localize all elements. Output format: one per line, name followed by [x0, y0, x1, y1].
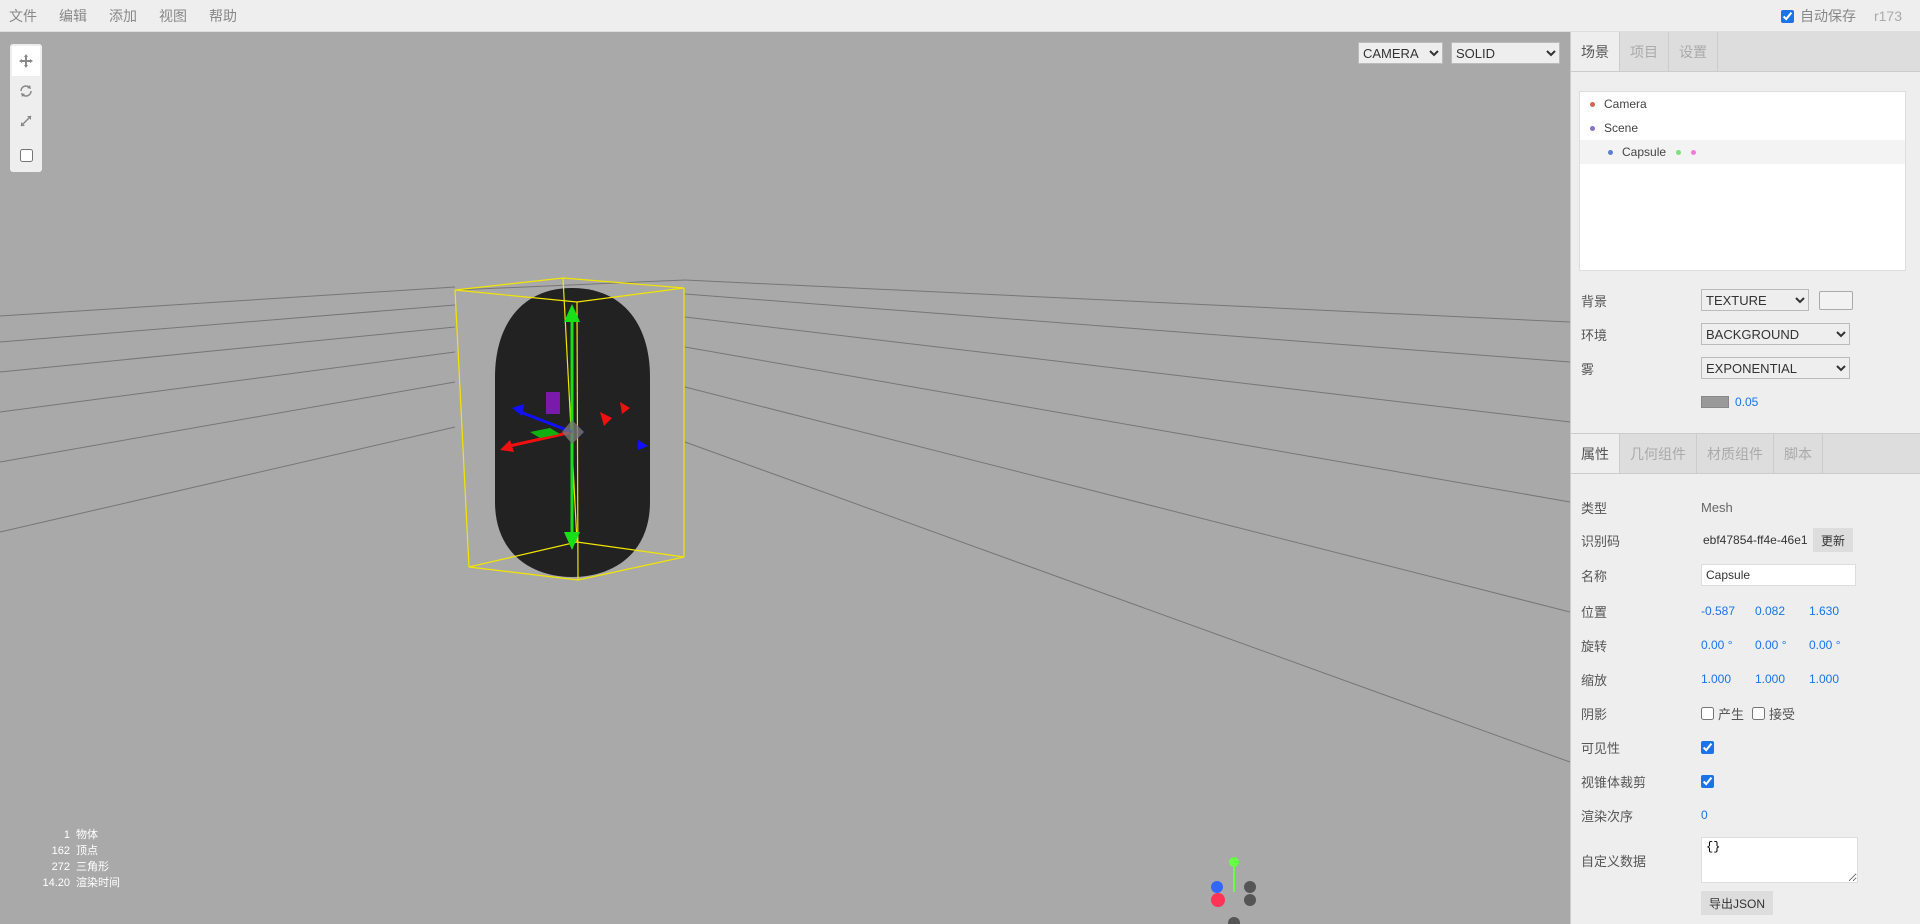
scale-icon: [20, 115, 32, 127]
rotation-y[interactable]: 0.00 °: [1755, 638, 1809, 652]
userdata-textarea[interactable]: {}: [1701, 837, 1858, 883]
scale-tool[interactable]: [12, 106, 40, 136]
info-render-time: 14.20 渲染时间: [42, 877, 120, 889]
sidebar-tabs: 场景 项目 设置: [1571, 32, 1920, 72]
outliner-item-capsule[interactable]: Capsule: [1580, 140, 1905, 164]
move-icon: [19, 54, 33, 68]
sidebar: 场景 项目 设置 Camera Scene Capsule 背景 TEXTURE…: [1570, 32, 1920, 924]
fog-density-row: 0.05: [1581, 389, 1789, 415]
camera-select[interactable]: CAMERA: [1358, 42, 1443, 64]
autosave-label: 自动保存: [1799, 8, 1856, 24]
mesh-dot-icon: [1608, 149, 1613, 155]
background-row: 背景 TEXTURE: [1581, 287, 1853, 313]
grid: [0, 279, 1570, 763]
frustum-row: 视锥体裁剪: [1581, 768, 1714, 794]
uuid-input[interactable]: [1701, 529, 1809, 551]
tab-object[interactable]: 属性: [1571, 434, 1620, 473]
type-row: 类型 Mesh: [1581, 499, 1733, 516]
tab-script[interactable]: 脚本: [1774, 434, 1823, 473]
menubar: 文件 编辑 添加 视图 帮助 自动保存 r173: [0, 0, 1920, 32]
cast-shadow-checkbox[interactable]: [1701, 706, 1714, 720]
menu-add[interactable]: 添加: [100, 0, 150, 32]
property-tabs: 属性 几何组件 材质组件 脚本: [1571, 434, 1920, 474]
shadow-row: 阴影 产生 接受: [1581, 706, 1796, 722]
uuid-row: 识别码 更新: [1581, 527, 1854, 553]
name-row: 名称: [1581, 562, 1856, 588]
rotation-row: 旋转 0.00 ° 0.00 ° 0.00 °: [1581, 632, 1863, 658]
fog-label: 雾: [1581, 361, 1595, 377]
info-objects: 1 物体: [63, 829, 98, 841]
position-row: 位置 -0.587 0.082 1.630: [1581, 598, 1863, 624]
visible-row: 可见性: [1581, 734, 1714, 760]
version-label: r173: [1873, 8, 1902, 24]
visible-checkbox[interactable]: [1701, 740, 1714, 754]
camera-dot-icon: [1590, 101, 1595, 107]
environment-row: 环境 BACKGROUND: [1581, 321, 1850, 347]
outliner[interactable]: Camera Scene Capsule: [1579, 91, 1906, 271]
environment-select[interactable]: BACKGROUND: [1701, 323, 1850, 345]
shading-select[interactable]: SOLID: [1451, 42, 1560, 64]
userdata-row: 自定义数据 {}: [1581, 836, 1858, 884]
frustum-checkbox[interactable]: [1701, 774, 1714, 788]
fog-color-swatch[interactable]: [1701, 396, 1729, 408]
tab-project[interactable]: 项目: [1620, 32, 1669, 71]
scene-info: 1 物体 162 顶点 272 三角形 14.20 渲染时间: [36, 827, 120, 891]
scale-y[interactable]: 1.000: [1755, 672, 1809, 686]
background-select[interactable]: TEXTURE: [1701, 289, 1809, 311]
scale-row: 缩放 1.000 1.000 1.000: [1581, 666, 1863, 692]
position-x[interactable]: -0.587: [1701, 604, 1755, 618]
info-vertices: 162 顶点: [51, 845, 98, 857]
scale-z[interactable]: 1.000: [1809, 672, 1863, 686]
rotate-icon: [20, 85, 32, 97]
render-order-value[interactable]: 0: [1701, 808, 1755, 822]
rotation-x[interactable]: 0.00 °: [1701, 638, 1755, 652]
scene-dot-icon: [1590, 125, 1595, 131]
local-checkbox[interactable]: [19, 148, 33, 162]
menu-view[interactable]: 视图: [150, 0, 200, 32]
viewport[interactable]: CAMERA SOLID 1 物体 162 顶点 272 三角形 14.20 渲染时间: [0, 32, 1570, 924]
autosave-checkbox[interactable]: [1780, 9, 1794, 23]
export-row: 导出JSON: [1581, 890, 1774, 916]
translate-tool[interactable]: [12, 46, 40, 76]
scale-x[interactable]: 1.000: [1701, 672, 1755, 686]
type-value: Mesh: [1701, 499, 1733, 515]
material-dot-icon: [1691, 149, 1697, 155]
scene-canvas[interactable]: [0, 32, 1570, 924]
position-z[interactable]: 1.630: [1809, 604, 1863, 618]
geometry-dot-icon: [1676, 149, 1682, 155]
menu-edit[interactable]: 编辑: [50, 0, 100, 32]
tab-material[interactable]: 材质组件: [1697, 434, 1774, 473]
receive-shadow-checkbox[interactable]: [1752, 706, 1766, 720]
fog-select[interactable]: EXPONENTIAL: [1701, 357, 1850, 379]
background-label: 背景: [1581, 293, 1608, 309]
menubar-right: 自动保存 r173: [1780, 0, 1902, 32]
background-color-swatch[interactable]: [1819, 290, 1853, 310]
position-y[interactable]: 0.082: [1755, 604, 1809, 618]
info-triangles: 272 三角形: [51, 861, 109, 873]
outliner-item-scene[interactable]: Scene: [1580, 116, 1905, 140]
fog-row: 雾 EXPONENTIAL: [1581, 355, 1850, 381]
export-json-button[interactable]: 导出JSON: [1701, 891, 1774, 915]
uuid-renew-button[interactable]: 更新: [1813, 528, 1854, 552]
rotate-tool[interactable]: [12, 76, 40, 106]
render-order-row: 渲染次序 0: [1581, 802, 1755, 828]
local-space-toggle[interactable]: [12, 140, 40, 170]
fog-density-value[interactable]: 0.05: [1735, 395, 1789, 409]
rotation-z[interactable]: 0.00 °: [1809, 638, 1863, 652]
view-helper: [1211, 857, 1256, 924]
name-input[interactable]: [1701, 564, 1856, 586]
outliner-item-camera[interactable]: Camera: [1580, 92, 1905, 116]
environment-label: 环境: [1581, 327, 1608, 343]
menu-file[interactable]: 文件: [0, 0, 50, 32]
tab-geometry[interactable]: 几何组件: [1620, 434, 1697, 473]
toolbar: [10, 44, 42, 172]
tab-scene[interactable]: 场景: [1571, 32, 1620, 71]
tab-settings[interactable]: 设置: [1669, 32, 1718, 71]
menu-help[interactable]: 帮助: [200, 0, 250, 32]
